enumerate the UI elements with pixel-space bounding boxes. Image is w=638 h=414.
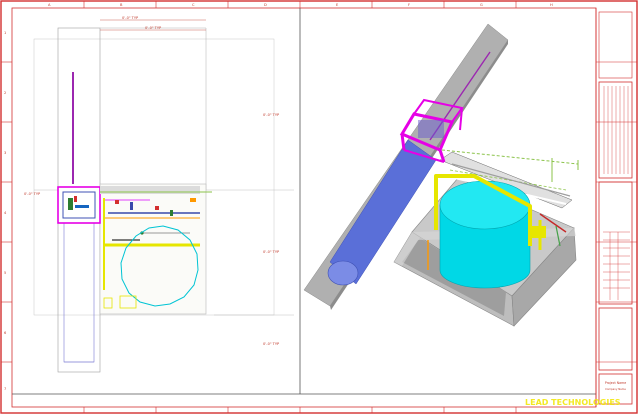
dim-right-upper: 0'-0" TYP [263, 113, 280, 117]
dim-top-inner: 0'-0" TYP [145, 26, 162, 30]
plan-pipe-band-grey [100, 186, 200, 194]
plan-valve-a [68, 198, 73, 210]
watermark: LEAD TECHNOLOGIES [525, 398, 621, 407]
zone-letter-g: G [480, 3, 483, 7]
plan-fitting-1 [115, 200, 119, 204]
title-box-4 [598, 307, 633, 371]
title-box-2-lines [603, 86, 629, 174]
zone-letter-a: A [48, 3, 51, 7]
plan-fitting-2 [130, 202, 133, 210]
iso-main-pipe-end [327, 260, 359, 286]
zone-letter-b: B [120, 3, 123, 7]
zone-letter-e: E [336, 3, 339, 7]
zone-number-4: 4 [4, 211, 7, 215]
zone-letter-d: D [264, 3, 267, 7]
dim-top-outer: 0'-0" TYP [122, 16, 139, 20]
iso-view [303, 23, 579, 327]
zone-number-7: 7 [4, 387, 6, 391]
zone-number-2: 2 [4, 91, 6, 95]
zone-letter-h: H [550, 3, 553, 7]
zone-letter-c: C [192, 3, 195, 7]
plan-valve-b [75, 205, 89, 208]
title-company: Company Name [605, 387, 626, 391]
dim-right-mid: 0'-0" TYP [263, 250, 280, 254]
drawing-sheet: A B C D E F G H 1 2 3 4 5 6 7 0'-0" TYP [0, 0, 638, 414]
plan-pipe-trace [63, 217, 95, 363]
zone-number-5: 5 [4, 271, 6, 275]
plan-fitting-5 [190, 198, 196, 202]
title-box-1 [598, 11, 633, 79]
iso-frame-interior [418, 120, 444, 138]
iso-tank-top [439, 180, 531, 230]
plan-fitting-4 [170, 210, 173, 216]
dim-left-mid: 0'-0" TYP [24, 192, 41, 196]
iso-yellow-block [532, 226, 546, 238]
plan-view: 0'-0" TYP 0'-0" TYP 0'-0" TYP 0'-0" TYP … [24, 16, 294, 373]
zone-number-3: 3 [4, 151, 6, 155]
title-box-3 [598, 181, 633, 305]
title-block: Project Name Company Name [595, 8, 633, 407]
plan-fitting-3 [155, 206, 159, 210]
zone-letter-f: F [408, 3, 410, 7]
zone-number-6: 6 [4, 331, 7, 335]
zone-number-1: 1 [4, 31, 6, 35]
title-project-name: Project Name [605, 381, 626, 385]
iso-frame-edge-2 [400, 133, 406, 151]
dim-right-lower: 0'-0" TYP [263, 342, 280, 346]
plan-valve-c [74, 196, 77, 202]
